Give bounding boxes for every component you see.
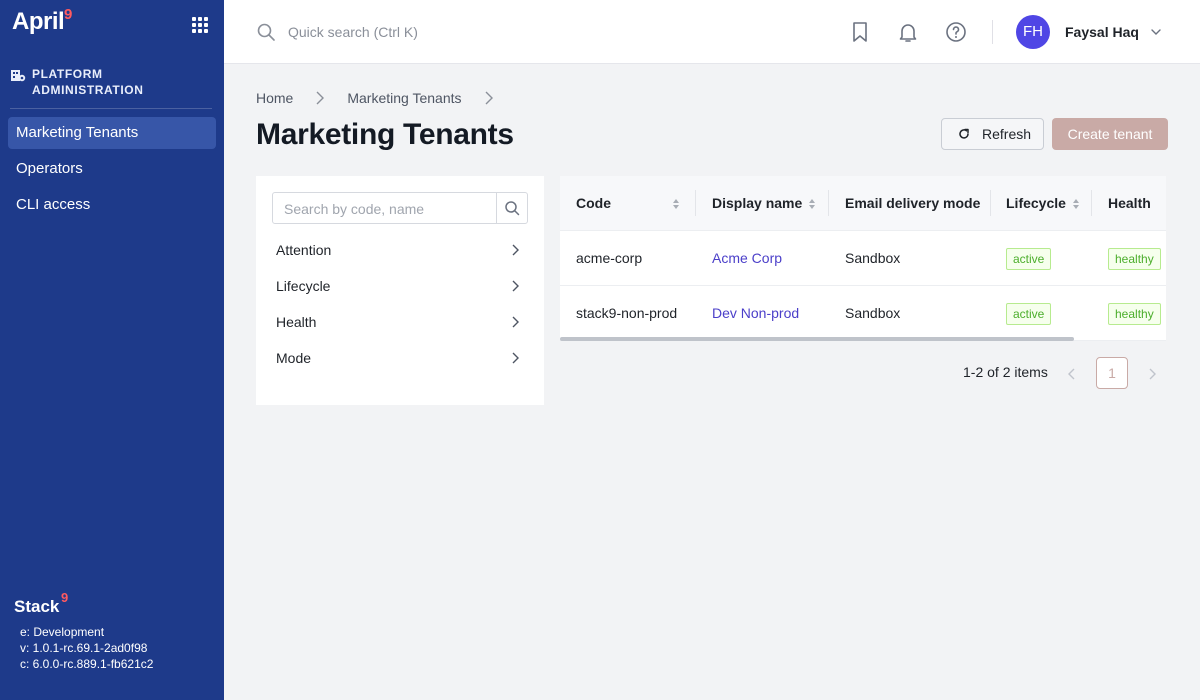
section-title: PLATFORM ADMINISTRATION — [32, 67, 144, 97]
filter-panel: Search by code, name Attention Lifecycle… — [256, 176, 544, 405]
pagination-page-1[interactable]: 1 — [1096, 357, 1128, 389]
pagination-summary: 1-2 of 2 items — [963, 364, 1048, 380]
cell-health: healthy — [1108, 231, 1161, 286]
column-label: Email delivery mode — [845, 195, 981, 211]
lifecycle-badge: active — [1006, 303, 1052, 326]
sidebar-nav: Marketing Tenants Operators CLI access — [8, 117, 216, 225]
cell-lifecycle: active — [1006, 231, 1052, 286]
cell-mode: Sandbox — [845, 305, 901, 321]
column-email-delivery-mode: Email delivery mode — [845, 176, 980, 231]
filter-lifecycle[interactable]: Lifecycle — [276, 268, 520, 304]
column-divider — [695, 190, 696, 216]
top-header: Quick search (Ctrl K) FH Faysal Haq — [224, 0, 1200, 64]
filter-label: Mode — [276, 350, 312, 366]
sort-icon — [673, 198, 679, 209]
cell-health: healthy — [1108, 286, 1161, 341]
version-line: v: 1.0.1-rc.69.1-2ad0f98 — [20, 641, 148, 655]
filter-list: Attention Lifecycle Health Mode — [276, 232, 520, 376]
logo-text: April — [12, 8, 65, 35]
section-header: PLATFORM ADMINISTRATION — [10, 66, 172, 98]
filter-search-button[interactable] — [496, 193, 527, 223]
bookmark-icon[interactable] — [848, 20, 872, 44]
filter-search-input[interactable]: Search by code, name — [272, 192, 528, 224]
sort-icon — [809, 198, 816, 209]
refresh-button[interactable]: Refresh — [941, 118, 1044, 150]
cell-code: stack9-non-prod — [576, 305, 678, 321]
create-tenant-button[interactable]: Create tenant — [1052, 118, 1168, 150]
table-header: Code Display name Email delivery mode Li… — [560, 176, 1166, 231]
column-health: Health — [1108, 176, 1151, 231]
help-icon[interactable] — [944, 20, 968, 44]
environment-info: e: Development v: 1.0.1-rc.69.1-2ad0f98 … — [20, 624, 153, 672]
lifecycle-badge: active — [1006, 248, 1052, 271]
building-icon — [11, 70, 26, 82]
health-badge: healthy — [1108, 303, 1161, 326]
section-divider — [10, 108, 212, 109]
stack-logo: Stack — [14, 597, 60, 616]
column-display-name[interactable]: Display name — [712, 176, 816, 231]
chevron-right-icon — [512, 280, 519, 292]
sidebar-item-operators[interactable]: Operators — [8, 153, 216, 185]
column-label: Lifecycle — [1006, 195, 1066, 211]
user-name[interactable]: Faysal Haq — [1065, 24, 1139, 40]
filter-label: Attention — [276, 242, 332, 258]
sidebar: April 9 PLATFORM ADMINISTRATION Marketin… — [0, 0, 224, 700]
column-divider — [828, 190, 829, 216]
filter-attention[interactable]: Attention — [276, 232, 520, 268]
bell-icon[interactable] — [896, 20, 920, 44]
filter-search-placeholder: Search by code, name — [284, 201, 425, 217]
refresh-icon — [959, 128, 969, 139]
chevron-down-icon[interactable] — [1150, 26, 1162, 38]
chevron-right-icon — [512, 244, 519, 256]
chevron-right-icon — [512, 316, 519, 328]
cell-code: acme-corp — [576, 250, 643, 266]
search-icon — [257, 23, 275, 41]
horizontal-scrollbar[interactable] — [560, 337, 1074, 341]
column-code[interactable]: Code — [576, 176, 680, 231]
table-row[interactable]: stack9-non-prod Dev Non-prod Sandbox act… — [560, 286, 1166, 341]
logo-superscript: 9 — [64, 6, 72, 23]
cell-mode: Sandbox — [845, 250, 901, 266]
apps-grid-icon[interactable] — [192, 17, 208, 33]
pagination-prev-icon[interactable] — [1066, 367, 1078, 381]
column-label: Health — [1108, 195, 1151, 211]
pagination-next-icon[interactable] — [1146, 367, 1158, 381]
sort-icon — [1072, 198, 1079, 209]
table-row[interactable]: acme-corp Acme Corp Sandbox active healt… — [560, 231, 1166, 286]
column-label: Code — [576, 195, 611, 211]
health-badge: healthy — [1108, 248, 1161, 271]
column-divider — [1091, 190, 1092, 216]
env-line: e: Development — [20, 625, 105, 639]
filter-mode[interactable]: Mode — [276, 340, 520, 376]
chevron-right-icon — [512, 352, 519, 364]
column-lifecycle[interactable]: Lifecycle — [1006, 176, 1080, 231]
filter-label: Lifecycle — [276, 278, 331, 294]
tenants-table: Code Display name Email delivery mode Li… — [560, 176, 1166, 341]
core-version-line: c: 6.0.0-rc.889.1-fb621c2 — [20, 657, 154, 671]
page-title: Marketing Tenants — [256, 118, 514, 151]
column-label: Display name — [712, 195, 803, 211]
breadcrumb-marketing-tenants[interactable]: Marketing Tenants — [347, 90, 461, 106]
avatar[interactable]: FH — [1016, 15, 1050, 49]
column-divider — [990, 190, 991, 216]
filter-health[interactable]: Health — [276, 304, 520, 340]
breadcrumb-home[interactable]: Home — [256, 90, 293, 106]
refresh-label: Refresh — [982, 126, 1032, 142]
april-logo[interactable]: April 9 — [12, 6, 72, 36]
cell-lifecycle: active — [1006, 286, 1052, 341]
chevron-right-icon — [485, 91, 493, 105]
cell-display-name-link[interactable]: Acme Corp — [712, 231, 782, 286]
cell-display-name-link[interactable]: Dev Non-prod — [712, 286, 799, 341]
header-divider — [992, 20, 993, 44]
filter-label: Health — [276, 314, 317, 330]
stack-logo-superscript: 9 — [61, 590, 69, 605]
breadcrumb: Home Marketing Tenants — [256, 90, 516, 106]
sidebar-item-cli-access[interactable]: CLI access — [8, 189, 216, 221]
chevron-right-icon — [316, 91, 325, 105]
quick-search-input[interactable]: Quick search (Ctrl K) — [288, 24, 418, 40]
search-icon — [505, 201, 520, 216]
sidebar-item-marketing-tenants[interactable]: Marketing Tenants — [8, 117, 216, 149]
